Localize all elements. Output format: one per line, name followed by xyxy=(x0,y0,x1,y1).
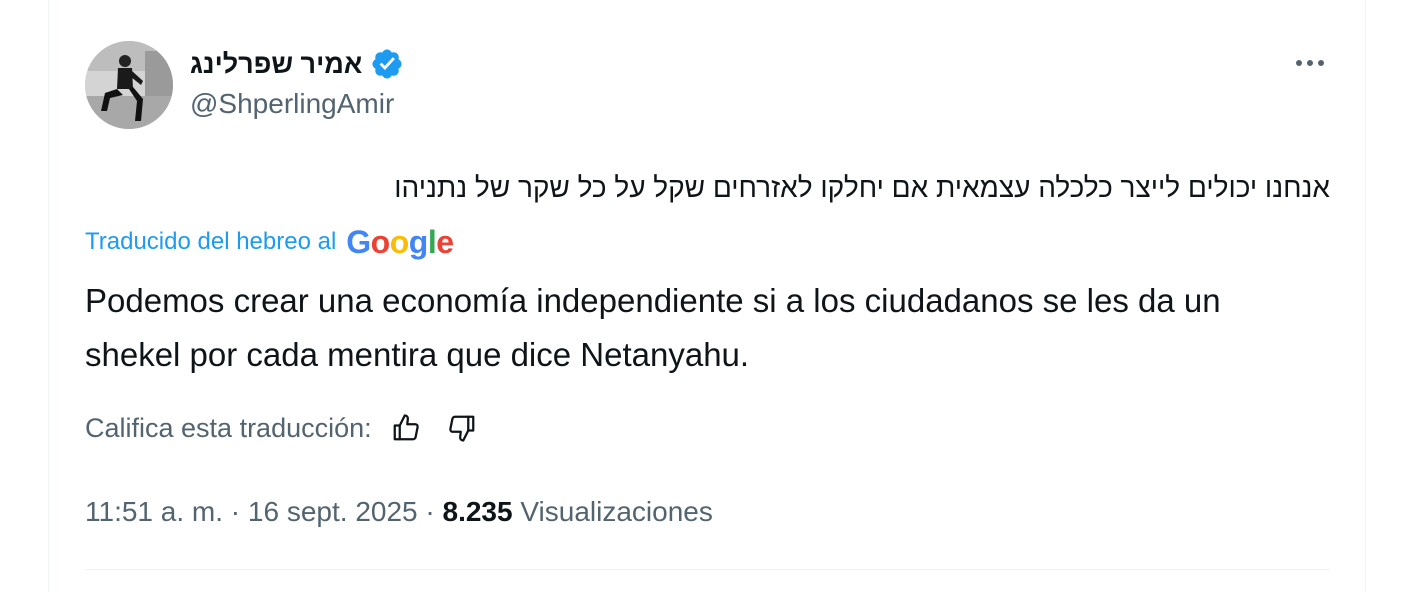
verified-badge-icon[interactable] xyxy=(370,47,404,81)
author-handle[interactable]: @ShperlingAmir xyxy=(190,88,394,120)
translated-label: Traducido del hebreo al xyxy=(85,228,337,255)
tweet-original-text: אנחנו יכולים לייצר כלכלה עצמאית אם יחלקו… xyxy=(394,172,1330,203)
tweet-translation: Podemos crear una economía independiente… xyxy=(85,282,1221,373)
google-logo: Google xyxy=(346,224,454,260)
thumbs-up-button[interactable] xyxy=(384,406,428,450)
google-logo-letter: o xyxy=(370,224,391,260)
rate-translation: Califica esta traducción: xyxy=(85,406,484,450)
views-label: Visualizaciones xyxy=(520,496,713,527)
more-horizontal-icon xyxy=(1296,60,1302,66)
translated-by-google-link[interactable]: Traducido del hebreo al Google xyxy=(85,222,454,262)
tweet-date[interactable]: 16 sept. 2025 xyxy=(248,496,418,528)
avatar[interactable] xyxy=(85,41,173,129)
google-logo-letter: G xyxy=(346,224,371,260)
author-display-name[interactable]: אמיר שפרלינג xyxy=(190,49,362,80)
author-name-row[interactable]: אמיר שפרלינג xyxy=(190,44,404,84)
rate-translation-label: Califica esta traducción: xyxy=(85,412,372,443)
tweet-time[interactable]: 11:51 a. m. xyxy=(85,496,223,528)
divider xyxy=(85,569,1330,570)
meta-separator: · xyxy=(223,496,248,527)
meta-separator: · xyxy=(417,496,443,527)
google-logo-letter: o xyxy=(389,224,410,260)
tweet-meta: 11:51 a. m. · 16 sept. 2025 · 8.235 Visu… xyxy=(85,490,713,534)
more-options-button[interactable] xyxy=(1290,48,1330,78)
google-logo-letter: g xyxy=(408,224,429,260)
google-logo-letter: l xyxy=(427,224,437,260)
google-logo-letter: e xyxy=(436,224,454,260)
views-count: 8.235 xyxy=(442,496,513,527)
thumbs-down-icon xyxy=(448,415,475,442)
thumbs-up-icon xyxy=(393,414,419,441)
thumbs-down-button[interactable] xyxy=(440,406,484,450)
